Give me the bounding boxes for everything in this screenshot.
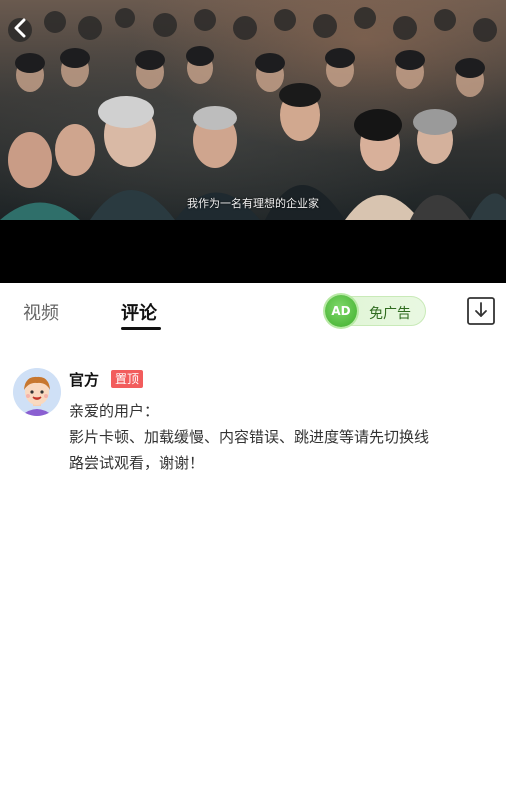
download-icon: [467, 297, 495, 325]
video-frame: [0, 0, 506, 220]
ad-free-button[interactable]: AD 免广告: [325, 295, 426, 327]
download-button[interactable]: [466, 296, 496, 326]
comment-line: 亲爱的用户：: [69, 402, 160, 420]
video-player[interactable]: 我作为一名有理想的企业家: [0, 0, 506, 283]
audience-scene: [0, 7, 506, 220]
tab-bar: 视频 评论: [0, 283, 506, 339]
avatar[interactable]: [13, 368, 61, 416]
pinned-badge: 置顶: [111, 370, 144, 388]
tab-comment[interactable]: 评论: [121, 299, 157, 325]
avatar-icon: [13, 368, 61, 416]
comment-line: 影片卡顿、加载缓慢、内容错误、跳进度等请先切换线: [69, 428, 430, 446]
comment-author: 官方: [69, 371, 100, 389]
comment-line: 路尝试观看，谢谢！: [69, 454, 205, 472]
active-tab-indicator: [121, 327, 161, 330]
video-letterbox: [0, 220, 506, 283]
back-button[interactable]: [6, 14, 34, 42]
video-subtitle: 我作为一名有理想的企业家: [187, 197, 319, 210]
ad-badge: AD: [325, 295, 357, 327]
comment-text: 亲爱的用户： 影片卡顿、加载缓慢、内容错误、跳进度等请先切换线 路尝试观看，谢谢…: [69, 398, 499, 476]
ad-free-label: 免广告: [369, 306, 411, 322]
tab-video[interactable]: 视频: [23, 299, 59, 325]
back-arrow-icon: [14, 18, 26, 38]
